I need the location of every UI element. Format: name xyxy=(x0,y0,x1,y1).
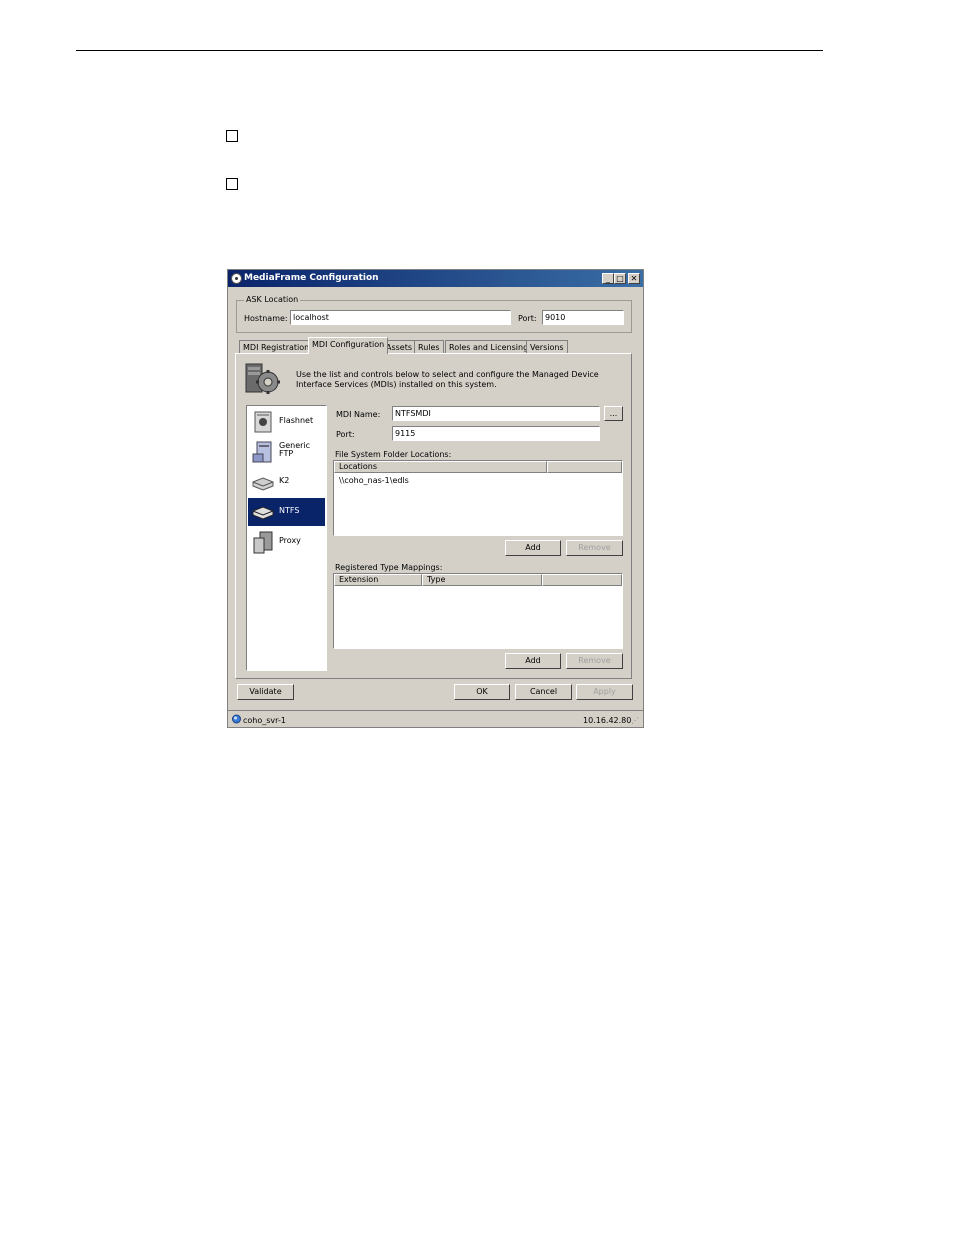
ask-port-label: Port: xyxy=(518,314,537,323)
mdi-item-label: K2 xyxy=(279,476,290,485)
proxy-server-icon xyxy=(251,530,275,554)
add-location-button[interactable]: Add xyxy=(505,540,561,556)
folder-location-row[interactable]: \\coho_nas-1\edls xyxy=(339,476,409,485)
hostname-input[interactable]: localhost xyxy=(290,310,511,325)
app-icon xyxy=(231,273,242,284)
type-mappings-list[interactable]: Extension Type xyxy=(333,573,623,649)
mdi-item-proxy[interactable]: Proxy xyxy=(248,528,325,556)
type-mappings-title: Registered Type Mappings: xyxy=(335,563,443,572)
browse-button[interactable]: ... xyxy=(604,406,623,421)
mdi-port-input[interactable]: 9115 xyxy=(392,426,600,441)
folder-locations-list[interactable]: Locations \\coho_nas-1\edls xyxy=(333,460,623,536)
apply-button[interactable]: Apply xyxy=(576,684,633,700)
mdi-port-label: Port: xyxy=(336,430,355,439)
blank-column-header[interactable] xyxy=(542,574,622,586)
add-mapping-button[interactable]: Add xyxy=(505,653,561,669)
mdi-item-label: Proxy xyxy=(279,536,301,545)
server-status-icon xyxy=(232,714,241,724)
intro-text: Use the list and controls below to selec… xyxy=(296,370,599,389)
checklist-box-2 xyxy=(226,178,238,190)
page-header-rule xyxy=(76,50,823,51)
ask-location-legend: ASK Location xyxy=(244,295,301,304)
tab-versions[interactable]: Versions xyxy=(526,340,568,354)
type-column-header[interactable]: Type xyxy=(422,574,542,586)
ask-port-input[interactable]: 9010 xyxy=(542,310,624,325)
window-title: MediaFrame Configuration xyxy=(244,273,379,283)
mdi-item-flashnet[interactable]: Flashnet xyxy=(248,408,325,436)
title-bar: MediaFrame Configuration _ □ ✕ xyxy=(228,270,643,287)
flashnet-server-icon xyxy=(251,410,275,434)
mdi-item-label: NTFS xyxy=(279,506,300,515)
minimize-button[interactable]: _ xyxy=(602,273,614,284)
validate-button[interactable]: Validate xyxy=(237,684,294,700)
tab-mdi-configuration[interactable]: MDI Configuration xyxy=(308,337,389,354)
status-bar: coho_svr-1 10.16.42.80 ⋰ xyxy=(228,710,643,728)
k2-drive-icon xyxy=(251,470,275,494)
mdi-name-label: MDI Name: xyxy=(336,410,381,419)
tab-roles-and-licensing[interactable]: Roles and Licensing xyxy=(445,340,533,354)
tab-mdi-registration[interactable]: MDI Registration xyxy=(239,340,314,354)
ok-button[interactable]: OK xyxy=(454,684,510,700)
hostname-label: Hostname: xyxy=(244,314,288,323)
maximize-button[interactable]: □ xyxy=(614,273,626,284)
ntfs-drive-icon xyxy=(251,500,275,524)
folder-locations-title: File System Folder Locations: xyxy=(335,450,452,459)
mdi-list[interactable]: Flashnet Generic FTP K2 NTFS Proxy xyxy=(246,405,327,671)
mdi-item-label: Generic FTP xyxy=(279,441,311,458)
server-name: coho_svr-1 xyxy=(243,716,286,725)
ftp-server-icon xyxy=(251,440,275,464)
mdi-item-ntfs[interactable]: NTFS xyxy=(248,498,325,526)
mediaframe-configuration-window: MediaFrame Configuration _ □ ✕ ASK Locat… xyxy=(227,269,644,728)
blank-column-header[interactable] xyxy=(547,461,622,473)
checklist-box-1 xyxy=(226,130,238,142)
mdi-item-k2[interactable]: K2 xyxy=(248,468,325,496)
mdi-name-input[interactable]: NTFSMDI xyxy=(392,406,600,421)
cancel-button[interactable]: Cancel xyxy=(515,684,572,700)
mdi-item-label: Flashnet xyxy=(279,416,314,425)
remove-location-button[interactable]: Remove xyxy=(566,540,623,556)
locations-column-header[interactable]: Locations xyxy=(334,461,547,473)
server-gear-icon xyxy=(244,360,280,396)
resize-grip-icon[interactable]: ⋰ xyxy=(631,716,639,725)
server-ip: 10.16.42.80 xyxy=(583,716,632,725)
extension-column-header[interactable]: Extension xyxy=(334,574,422,586)
remove-mapping-button[interactable]: Remove xyxy=(566,653,623,669)
close-button[interactable]: ✕ xyxy=(628,273,640,284)
mdi-item-generic-ftp[interactable]: Generic FTP xyxy=(248,438,325,466)
tab-rules[interactable]: Rules xyxy=(414,340,444,354)
